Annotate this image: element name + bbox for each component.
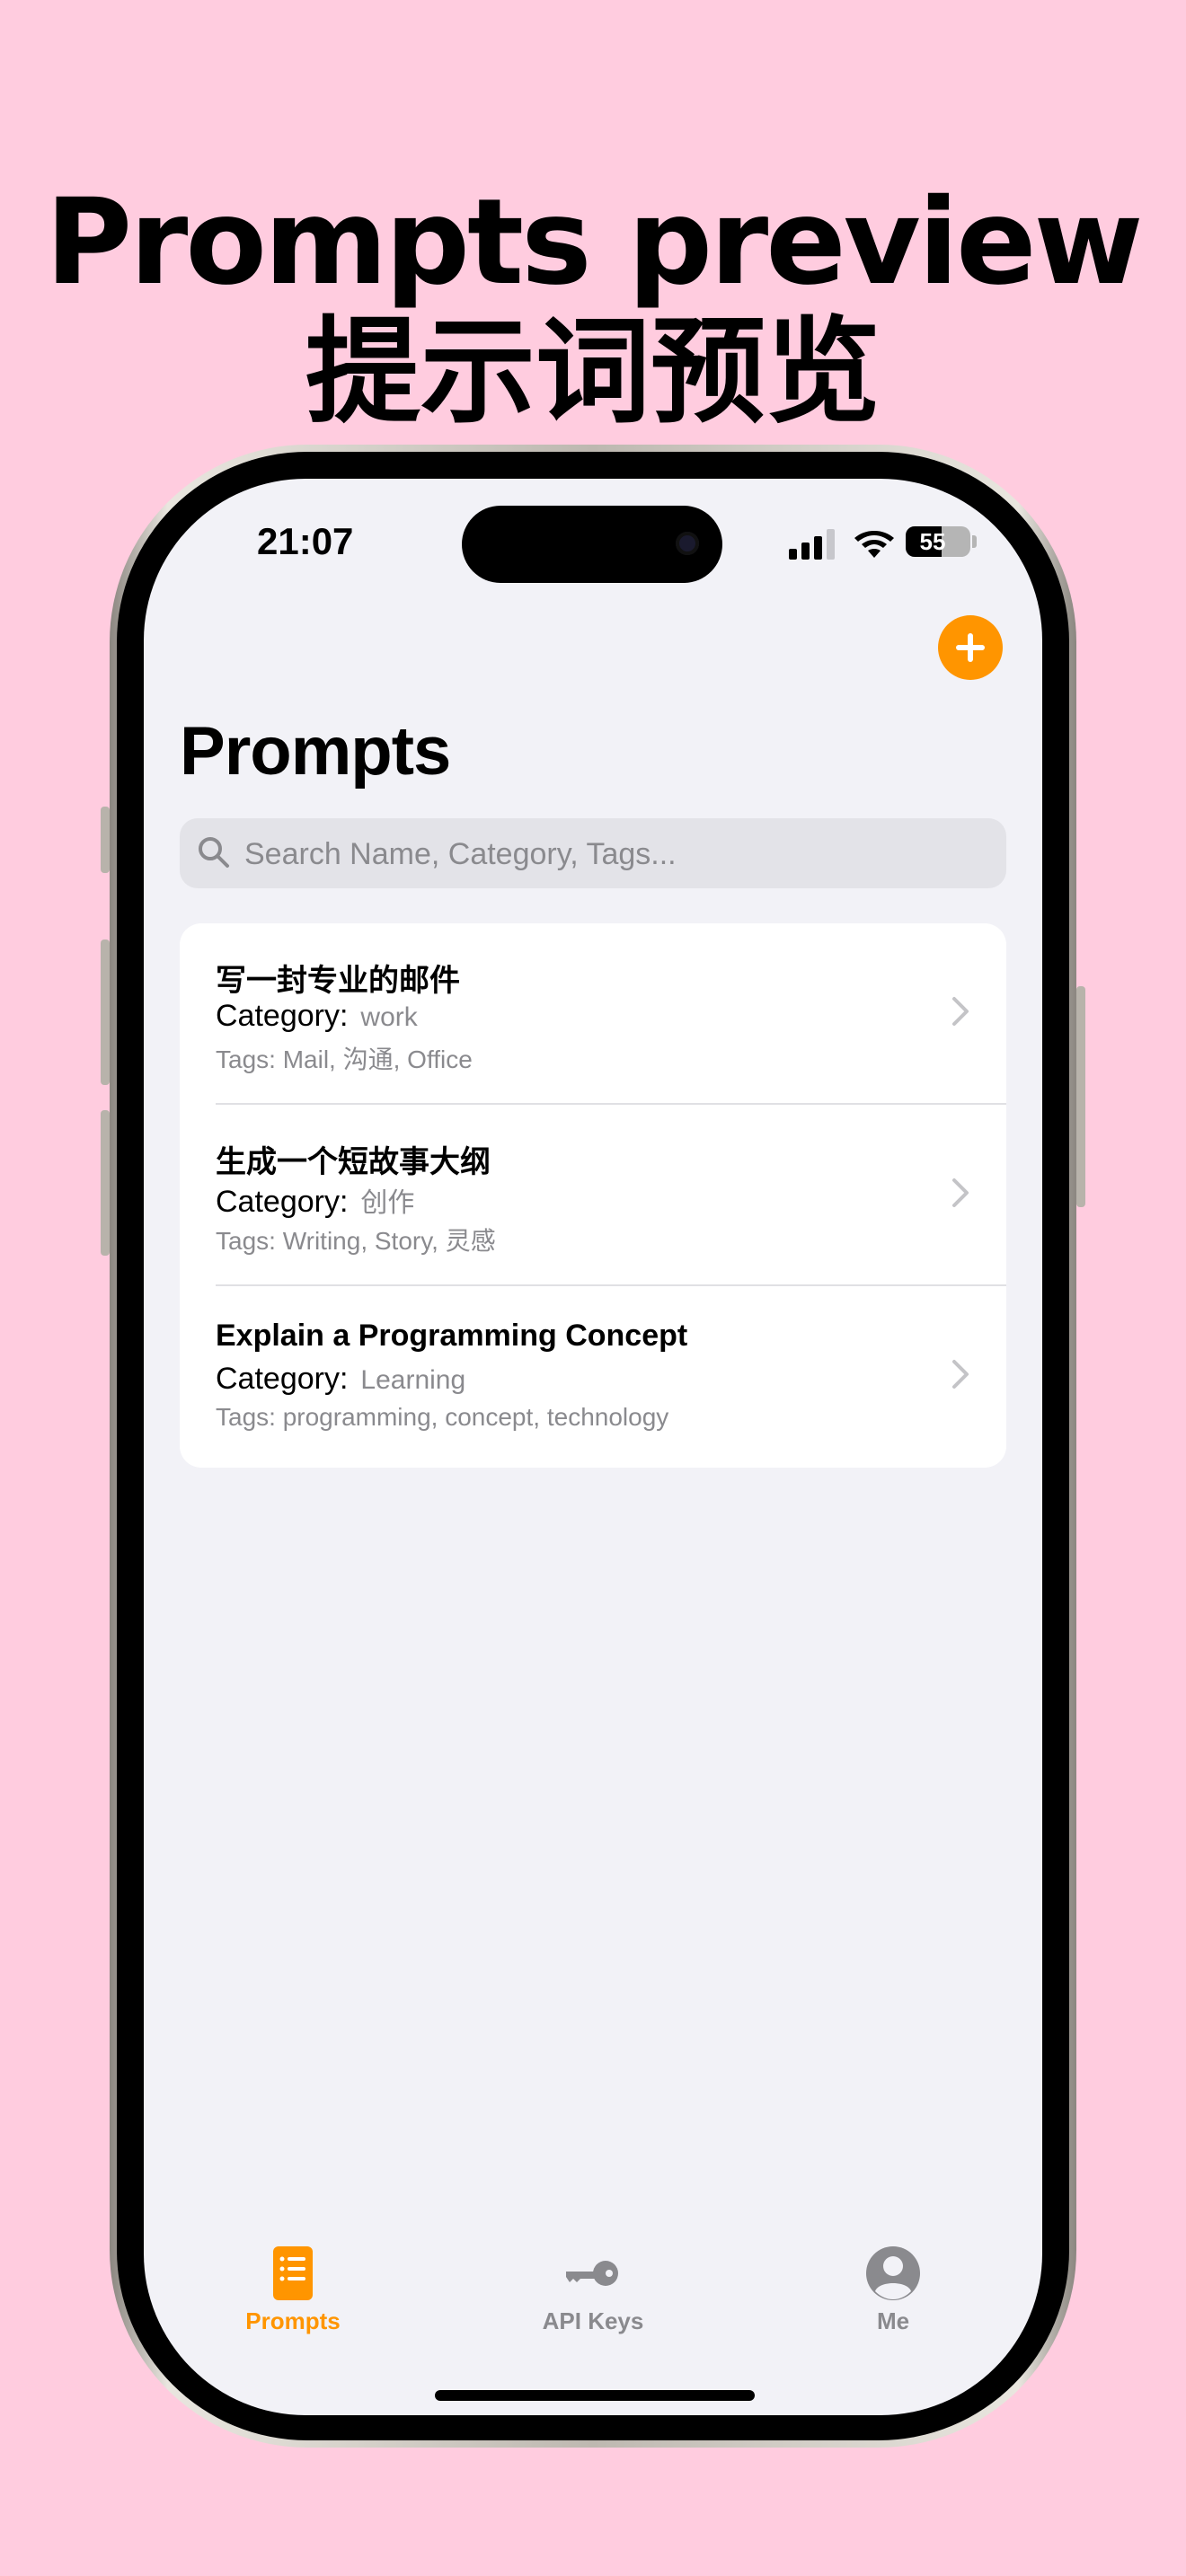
front-camera — [676, 532, 699, 555]
prompt-category: Category: 创作 — [216, 1180, 414, 1220]
prompt-row[interactable]: Explain a Programming Concept Category: L… — [180, 1286, 1006, 1468]
battery-indicator: 55 — [906, 526, 970, 557]
phone-volume-up-button — [101, 940, 110, 1085]
category-label: Category: — [216, 1185, 349, 1219]
prompt-title: 生成一个短故事大纲 — [216, 1145, 491, 1179]
battery-percent: 55 — [919, 528, 946, 555]
plus-icon — [956, 633, 985, 662]
prompt-tags: Tags: Writing, Story, 灵感 — [216, 1227, 496, 1255]
prompt-title: 写一封专业的邮件 — [216, 964, 460, 998]
prompt-tags: Tags: Mail, 沟通, Office — [216, 1045, 473, 1073]
headline-english: Prompts preview — [45, 173, 1143, 312]
wifi-icon — [854, 531, 894, 558]
tab-label: API Keys — [542, 2307, 644, 2334]
category-label: Category: — [216, 1362, 349, 1396]
category-value: Learning — [360, 1365, 466, 1395]
promo-headline: Prompts preview 提示词预览 — [0, 175, 1186, 436]
home-indicator[interactable] — [435, 2390, 755, 2401]
prompt-title: Explain a Programming Concept — [216, 1319, 688, 1353]
phone-volume-down-button — [101, 1110, 110, 1256]
tab-label: Me — [876, 2307, 910, 2334]
phone-power-button — [1076, 986, 1085, 1207]
cellular-signal-icon — [789, 529, 835, 560]
category-value: work — [360, 1002, 418, 1032]
headline-chinese: 提示词预览 — [305, 305, 881, 439]
prompt-category: Category: work — [216, 999, 418, 1034]
status-time: 21:07 — [257, 520, 354, 562]
tab-label: Prompts — [245, 2307, 341, 2334]
dynamic-island — [462, 506, 722, 583]
phone-mute-switch — [101, 807, 110, 873]
magnifier-icon — [199, 837, 229, 868]
page-title: Prompts — [180, 713, 451, 790]
add-prompt-button[interactable] — [938, 615, 1003, 680]
prompt-category: Category: Learning — [216, 1362, 465, 1397]
prompt-list: 写一封专业的邮件 Category: work Tags: Mail, 沟通, O… — [180, 923, 1006, 1468]
key-icon — [566, 2261, 618, 2286]
prompt-row[interactable]: 写一封专业的邮件 Category: work Tags: Mail, 沟通, O… — [180, 923, 1006, 1105]
category-value: 创作 — [360, 1188, 415, 1218]
prompt-row[interactable]: 生成一个短故事大纲 Category: 创作 Tags: Writing, Sto… — [180, 1105, 1006, 1286]
list-doc-icon — [273, 2246, 313, 2300]
tab-prompts[interactable]: Prompts — [203, 2245, 383, 2335]
chevron-right-icon — [952, 997, 969, 1026]
tab-api-keys[interactable]: API Keys — [503, 2245, 683, 2335]
phone-screen: 21:07 55 Prompts 写一封专业的邮件 Categor — [144, 479, 1042, 2415]
tab-me[interactable]: Me — [803, 2245, 983, 2335]
search-input[interactable] — [243, 818, 983, 890]
chevron-right-icon — [952, 1360, 969, 1389]
category-label: Category: — [216, 999, 349, 1033]
battery-nub — [972, 535, 977, 548]
search-bar[interactable] — [180, 818, 1006, 890]
prompt-tags: Tags: programming, concept, technology — [216, 1403, 669, 1431]
chevron-right-icon — [952, 1178, 969, 1207]
person-circle-icon — [866, 2246, 920, 2300]
